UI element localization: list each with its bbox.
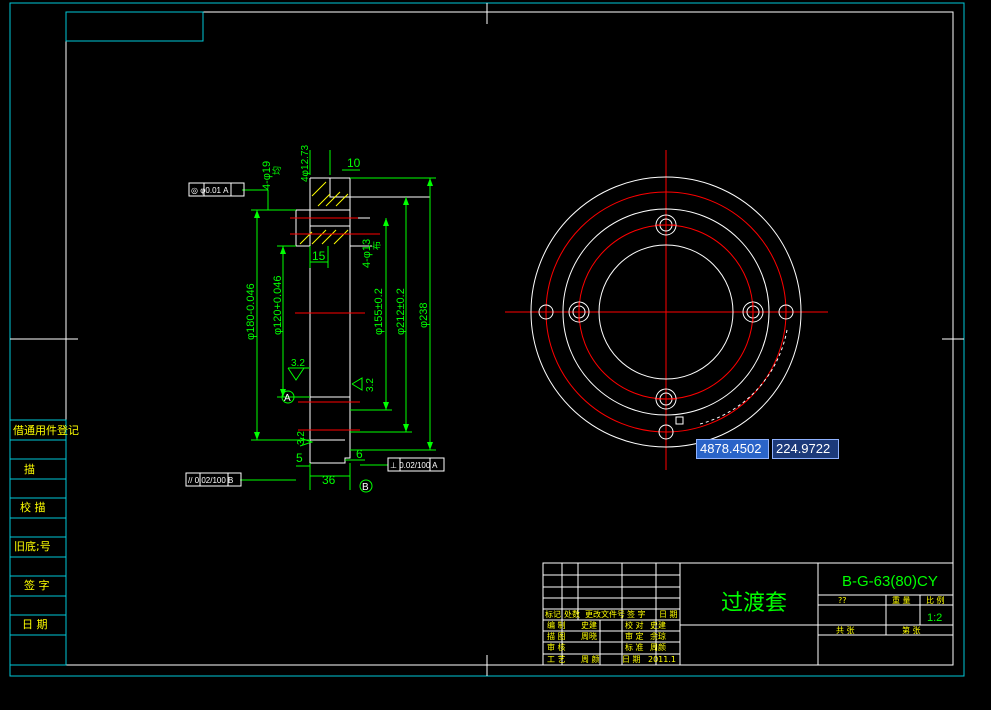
tb-hdr-2: 处数 [564, 609, 580, 619]
dim-dia-155: φ155±0.2 [373, 288, 385, 335]
side-stamp-row-5: 签 字 [24, 578, 50, 592]
dim-15: 15 [312, 249, 326, 263]
dim-10: 10 [347, 156, 361, 170]
side-stamp-row-6: 日 期 [22, 618, 48, 631]
roughness-a: 3.2 [291, 358, 305, 369]
roughness-c: 3.2 [296, 431, 307, 445]
tb-r4-c2: 周 颜 [581, 654, 600, 664]
side-stamp-row-3: 校 描 [20, 500, 46, 514]
dim-5: 5 [296, 451, 303, 465]
sheet-inner-frame [65, 11, 954, 666]
datum-a: A [284, 393, 291, 404]
dynamic-input-x[interactable]: 4878.4502 [696, 439, 769, 459]
dynamic-input-y[interactable]: 224.9722 [772, 439, 839, 459]
dim-holes-cb: 4φ12.73 [300, 144, 311, 182]
front-view[interactable] [505, 150, 828, 470]
tb-r1-c2: 史建 [581, 620, 597, 630]
tb-r2-c4: 余琼 [650, 631, 666, 641]
side-stamp-row-4: 旧底;号 [14, 539, 51, 553]
roughness-b: 3.2 [365, 378, 376, 392]
cad-drawing-canvas[interactable]: 借通用件登记 描 校 描 旧底;号 签 字 日 期 ◎ φ0.01 A ⊥ 0.… [0, 0, 991, 710]
weight-label: 重 量 [892, 595, 911, 605]
dim-6: 6 [356, 447, 363, 461]
drawing-number: B-G-63(80)CY [842, 573, 938, 590]
dim-dia-238: φ238 [418, 303, 430, 329]
sheet-page-label: 第 张 [902, 625, 921, 635]
dim-dia-180: φ180-0.046 [245, 283, 257, 340]
scale-value: 1:2 [927, 612, 942, 624]
note-bu-1: 布 [371, 241, 382, 250]
dim-dia-120: φ120+0.046 [272, 276, 284, 335]
tol-parallelism: // 0.02/100 B [188, 476, 233, 485]
datum-b: B [362, 482, 369, 493]
tb-r1-c1: 编 制 [547, 620, 566, 630]
tb-r1-c3: 校 对 [625, 620, 644, 630]
note-jun-1: 均 [271, 166, 282, 175]
dim-dia-212: φ212±0.2 [395, 288, 407, 335]
tb-hdr-3: 更改文件号 [585, 609, 625, 619]
tb-hdr-4: 签 字 [627, 609, 646, 619]
part-name: 过渡套 [721, 591, 787, 616]
tol-coaxiality: ◎ φ0.01 A [191, 186, 229, 195]
tb-r3-c4: 周颜 [650, 642, 666, 652]
tb-r2-c2: 周晓 [581, 631, 597, 641]
tb-r4-c1: 工 艺 [547, 655, 566, 664]
dim-36: 36 [322, 473, 336, 487]
tb-r4-c3: 日 期 [622, 655, 641, 664]
tb-r3-c1: 审 核 [547, 642, 566, 652]
top-left-box [65, 11, 204, 42]
tb-r4-c4: 2011.1 [648, 655, 676, 664]
tb-hdr-1: 标记 [545, 609, 561, 619]
sheet-outer-border [9, 2, 965, 677]
ratio-label: 比 例 [926, 595, 945, 605]
tb-r3-c3: 标 准 [625, 642, 644, 652]
cursor-snap-box [675, 416, 684, 425]
section-view[interactable]: ◎ φ0.01 A ⊥ 0.02/100 A // 0.02/100 B 10 … [185, 144, 445, 493]
tol-perpendicularity: ⊥ 0.02/100 A [390, 461, 438, 470]
sheet-total-label: 共 张 [836, 626, 855, 635]
stage-label: ?? [838, 596, 847, 605]
tb-hdr-5: 日 期 [659, 610, 678, 619]
side-stamp-row-1: 借通用件登记 [13, 423, 79, 437]
tb-r2-c1: 描 图 [547, 631, 566, 641]
tb-r2-c3: 审 定 [625, 631, 644, 641]
tb-r1-c4: 史建 [650, 620, 666, 630]
side-stamp-row-2: 描 [24, 462, 35, 476]
